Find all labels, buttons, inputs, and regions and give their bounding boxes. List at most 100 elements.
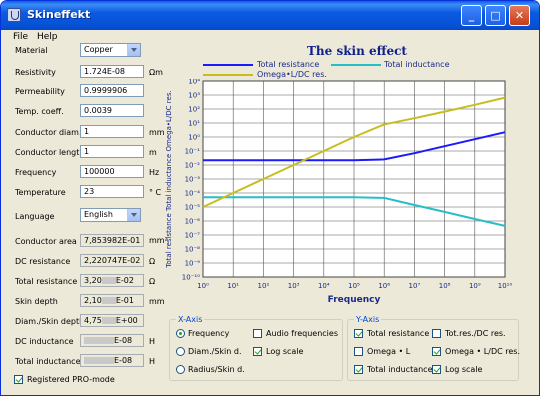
resistivity-unit: Ωm [149,68,163,77]
temperature-input[interactable]: 23 [80,185,144,198]
audio-frequencies-checkbox[interactable] [253,329,262,338]
radio-radius-skin-label: Radius/Skin d. [188,365,245,374]
y-log-scale-checkbox[interactable] [432,365,441,374]
total-resistance-label: Total resistance [15,277,78,286]
conductor-diam-label: Conductor diam. [15,128,82,137]
language-value: English [84,210,113,219]
permeability-label: Permeability [15,87,65,96]
window-title: Skineffekt [27,8,91,21]
y-tick-label: 10⁻¹⁰ [182,274,200,282]
conductor-length-input[interactable]: 1 [80,145,144,158]
y-tick-labels: 10⁴ 10³ 10² 10¹ 10⁰ 10⁻¹ 10⁻² 10⁻³ 10⁻⁴ 10⁻⁵ 10⁻⁶ 1… [182,79,200,282]
legend-line-omega-l-dc [203,74,253,76]
conductor-diam-input[interactable]: 1 [80,125,144,138]
y-tick-label: 10⁻⁷ [185,232,201,240]
pro-mode-checkbox[interactable] [14,375,23,384]
y-total-inductance-checkbox[interactable] [354,365,363,374]
y-axis-label: Total resistance Total inductance Omega•… [165,90,173,268]
chevron-down-icon[interactable] [127,44,140,56]
app-icon [7,8,21,22]
total-resistance-unit: Ω [149,277,156,286]
skin-depth-label: Skin depth [15,297,58,306]
frequency-label: Frequency [15,168,57,177]
y-tick-label: 10⁻⁶ [185,218,201,226]
diam-skin-suffix: E+00 [115,316,138,325]
x-tick-label: 10⁷ [409,282,421,290]
temp-coeff-label: Temp. coeff. [15,107,64,116]
y-tick-label: 10⁻³ [185,176,201,184]
x-tick-label: 10³ [288,282,300,290]
y-total-inductance-label: Total inductance [367,365,433,374]
y-total-resistance-checkbox[interactable] [354,329,363,338]
legend-omega-l-dc: Omega•L/DC res. [257,70,327,79]
radio-frequency[interactable] [176,329,185,338]
pro-mode-label: Registered PRO-mode [27,375,115,384]
dc-resistance-label: DC resistance [15,257,71,266]
y-tick-label: 10¹ [188,120,200,128]
x-log-scale-checkbox[interactable] [253,347,262,356]
total-inductance-label: Total inductance [15,357,81,366]
close-button[interactable]: ✕ [509,5,530,26]
total-resistance-output: 3,20 E-02 [80,274,144,287]
y-tick-label: 10⁴ [188,79,200,86]
y-omega-l-checkbox[interactable] [354,347,363,356]
radio-radius-skin[interactable] [176,365,185,374]
x-tick-label: 10¹ [227,282,239,290]
menu-help[interactable]: Help [37,32,58,42]
x-tick-label: 10¹⁰ [498,282,513,290]
y-tick-label: 10⁻⁸ [185,246,201,254]
redacted-digits [84,357,114,364]
maximize-button[interactable]: □ [485,5,506,26]
permeability-input[interactable]: 0.9999906 [80,84,144,97]
x-tick-label: 10⁸ [439,282,451,290]
redacted-digits [101,297,116,304]
menu-file[interactable]: File [13,32,28,42]
dc-inductance-label: DC inductance [15,337,74,346]
app-window: Skineffekt _ □ ✕ File Help Material Copp… [0,0,540,396]
y-tot-dc-label: Tot.res./DC res. [445,329,506,338]
resistivity-input[interactable]: 1.724E-08 [80,65,144,78]
skin-effect-chart: 10⁰ 10¹ 10² 10³ 10⁴ 10⁵ 10⁶ 10⁷ 10⁸ 10⁹ 10¹⁰ 10⁴10… [165,79,513,305]
legend-total-inductance: Total inductance [384,60,450,69]
y-omega-l-dc-checkbox[interactable] [432,347,441,356]
language-select[interactable]: English [80,208,141,222]
total-resistance-suffix: E-02 [115,276,134,285]
material-label: Material [15,46,48,55]
y-log-scale-label: Log scale [445,365,483,374]
total-inductance-unit: H [149,357,156,366]
y-tick-label: 10⁻⁴ [185,190,201,198]
temperature-unit: ° C [149,188,162,197]
x-tick-label: 10⁵ [348,282,360,290]
skin-depth-suffix: E-01 [115,296,134,305]
y-tick-label: 10⁻⁹ [185,260,201,268]
title-bar[interactable]: Skineffekt _ □ ✕ [1,1,539,30]
y-tick-label: 10³ [188,92,200,100]
y-tick-label: 10⁻⁵ [185,204,201,212]
dc-resistance-output: 2,220747E-02 [80,254,144,267]
minimize-button[interactable]: _ [461,5,482,26]
x-axis-group: X-Axis Frequency Diam./Skin d. Radius/Sk… [169,315,343,381]
diam-skin-output: 4,75 E+00 [80,314,144,327]
temperature-label: Temperature [15,188,66,197]
dc-inductance-unit: H [149,337,156,346]
legend-total-resistance: Total resistance [257,60,320,69]
radio-diam-skin[interactable] [176,347,185,356]
dc-resistance-unit: Ω [149,257,156,266]
y-tick-label: 10⁻² [185,162,201,170]
x-axis-group-title: X-Axis [176,315,205,324]
x-tick-label: 10⁶ [378,282,390,290]
language-label: Language [15,212,55,221]
dc-inductance-suffix: E-08 [114,336,133,345]
y-tot-dc-checkbox[interactable] [432,329,441,338]
skin-depth-output: 2,10 E-01 [80,294,144,307]
conductor-length-label: Conductor length [15,148,85,157]
chevron-down-icon[interactable] [127,209,140,221]
frequency-input[interactable]: 100000 [80,165,144,178]
y-tick-label: 10² [188,106,200,114]
maximize-icon: □ [490,9,501,22]
redacted-digits [84,337,114,344]
temp-coeff-input[interactable]: 0.0039 [80,104,144,117]
conductor-area-label: Conductor area [15,237,77,246]
material-select[interactable]: Copper [80,43,141,57]
legend-line-total-inductance [331,64,381,66]
